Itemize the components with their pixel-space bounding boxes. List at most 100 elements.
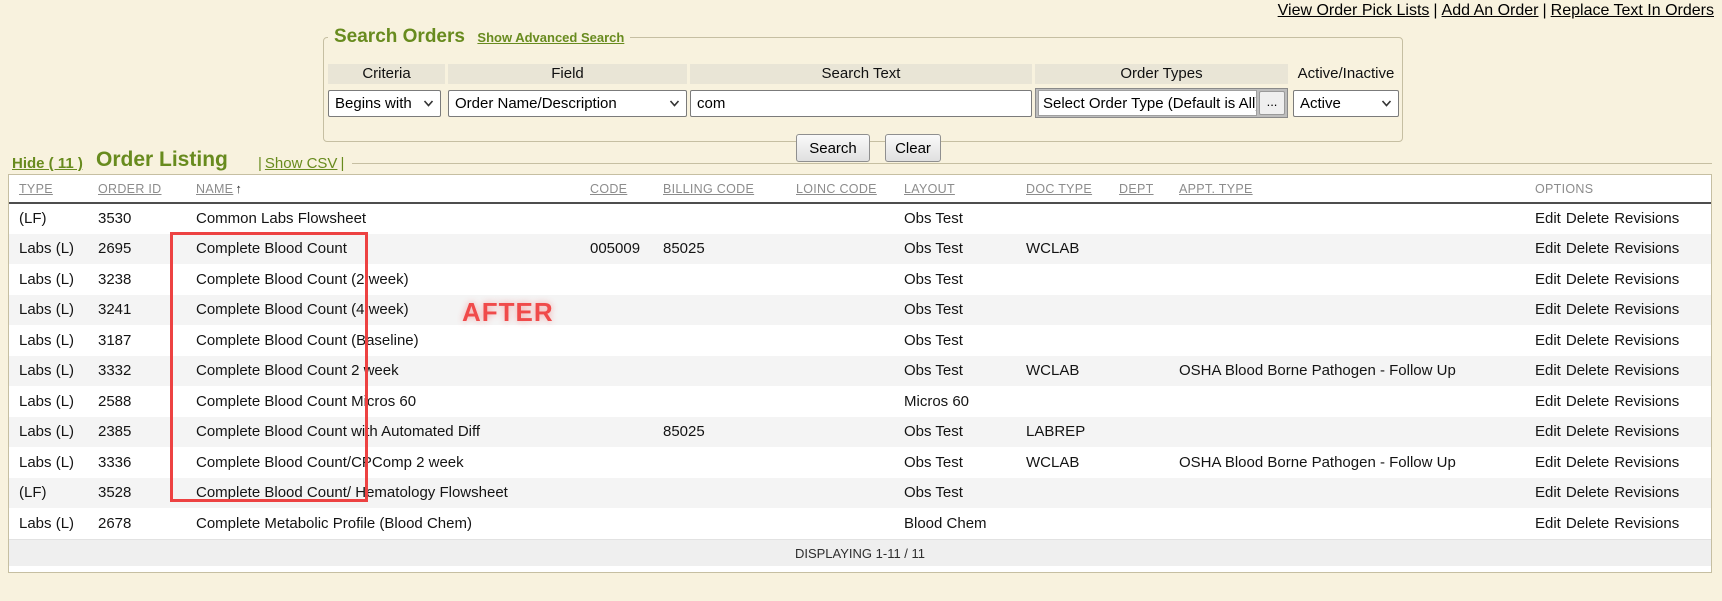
cell-name: Common Labs Flowsheet xyxy=(196,203,590,234)
edit-action[interactable]: Edit xyxy=(1535,332,1561,349)
column-header-dept[interactable]: DEPT xyxy=(1119,175,1179,203)
cell-options: Edit Delete Revisions xyxy=(1535,478,1711,509)
delete-action[interactable]: Delete xyxy=(1566,210,1609,227)
cell-appt-type xyxy=(1179,325,1535,356)
cell-order-id: 3528 xyxy=(98,478,196,509)
cell-options: Edit Delete Revisions xyxy=(1535,264,1711,295)
cell-type: Labs (L) xyxy=(9,356,98,387)
cell-order-id: 3238 xyxy=(98,264,196,295)
cell-appt-type: OSHA Blood Borne Pathogen - Follow Up xyxy=(1179,356,1535,387)
delete-action[interactable]: Delete xyxy=(1566,393,1609,410)
table-row: Labs (L)2695Complete Blood Count00500985… xyxy=(9,234,1711,265)
delete-action[interactable]: Delete xyxy=(1566,362,1609,379)
column-header-code[interactable]: CODE xyxy=(590,175,663,203)
cell-options: Edit Delete Revisions xyxy=(1535,447,1711,478)
cell-type: Labs (L) xyxy=(9,264,98,295)
delete-action[interactable]: Delete xyxy=(1566,454,1609,471)
cell-dept xyxy=(1119,295,1179,326)
cell-order-id: 3187 xyxy=(98,325,196,356)
delete-action[interactable]: Delete xyxy=(1566,484,1609,501)
delete-action[interactable]: Delete xyxy=(1566,240,1609,257)
view-order-pick-lists-link[interactable]: View Order Pick Lists xyxy=(1278,2,1430,19)
field-select[interactable]: Order Name/Description xyxy=(448,90,687,117)
cell-name: Complete Blood Count (Baseline) xyxy=(196,325,590,356)
active-inactive-select[interactable]: Active xyxy=(1293,90,1399,117)
edit-action[interactable]: Edit xyxy=(1535,210,1561,227)
table-row: (LF)3530Common Labs FlowsheetObs TestEdi… xyxy=(9,203,1711,234)
nav-separator: | xyxy=(1433,2,1437,19)
column-header-name[interactable]: NAME↑ xyxy=(196,175,590,203)
chevron-down-icon xyxy=(423,100,434,107)
hide-count-link[interactable]: Hide ( 11 ) xyxy=(12,155,83,172)
field-header: Field xyxy=(448,64,687,84)
csv-prefix: | xyxy=(258,155,262,172)
cell-doc-type: LABREP xyxy=(1026,417,1119,448)
cell-loinc-code xyxy=(796,508,904,539)
edit-action[interactable]: Edit xyxy=(1535,423,1561,440)
revisions-action[interactable]: Revisions xyxy=(1614,332,1679,349)
delete-action[interactable]: Delete xyxy=(1566,332,1609,349)
column-header-appt-type[interactable]: APPT. TYPE xyxy=(1179,175,1535,203)
column-header-loinc-code[interactable]: LOINC CODE xyxy=(796,175,904,203)
revisions-action[interactable]: Revisions xyxy=(1614,271,1679,288)
edit-action[interactable]: Edit xyxy=(1535,484,1561,501)
order-type-browse-button[interactable]: ... xyxy=(1259,91,1285,115)
criteria-header: Criteria xyxy=(328,64,445,84)
edit-action[interactable]: Edit xyxy=(1535,240,1561,257)
revisions-action[interactable]: Revisions xyxy=(1614,423,1679,440)
revisions-action[interactable]: Revisions xyxy=(1614,301,1679,318)
cell-dept xyxy=(1119,356,1179,387)
cell-type: (LF) xyxy=(9,203,98,234)
cell-type: Labs (L) xyxy=(9,417,98,448)
add-an-order-link[interactable]: Add An Order xyxy=(1442,2,1539,19)
cell-name: Complete Blood Count/CPComp 2 week xyxy=(196,447,590,478)
cell-doc-type: WCLAB xyxy=(1026,356,1119,387)
delete-action[interactable]: Delete xyxy=(1566,423,1609,440)
revisions-action[interactable]: Revisions xyxy=(1614,515,1679,532)
cell-layout: Micros 60 xyxy=(904,386,1026,417)
cell-doc-type: WCLAB xyxy=(1026,447,1119,478)
edit-action[interactable]: Edit xyxy=(1535,301,1561,318)
cell-billing-code xyxy=(663,447,796,478)
cell-options: Edit Delete Revisions xyxy=(1535,325,1711,356)
order-type-picker[interactable]: Select Order Type (Default is All) ... xyxy=(1035,88,1288,118)
show-csv-link[interactable]: Show CSV xyxy=(265,155,338,172)
column-header-billing-code[interactable]: BILLING CODE xyxy=(663,175,796,203)
cell-layout: Obs Test xyxy=(904,295,1026,326)
edit-action[interactable]: Edit xyxy=(1535,362,1561,379)
edit-action[interactable]: Edit xyxy=(1535,515,1561,532)
order-listing-table: TYPEORDER IDNAME↑CODEBILLING CODELOINC C… xyxy=(9,175,1711,539)
revisions-action[interactable]: Revisions xyxy=(1614,484,1679,501)
revisions-action[interactable]: Revisions xyxy=(1614,362,1679,379)
column-header-order-id[interactable]: ORDER ID xyxy=(98,175,196,203)
cell-code xyxy=(590,417,663,448)
column-header-doc-type[interactable]: DOC TYPE xyxy=(1026,175,1119,203)
delete-action[interactable]: Delete xyxy=(1566,515,1609,532)
revisions-action[interactable]: Revisions xyxy=(1614,454,1679,471)
revisions-action[interactable]: Revisions xyxy=(1614,240,1679,257)
cell-loinc-code xyxy=(796,264,904,295)
column-header-layout[interactable]: LAYOUT xyxy=(904,175,1026,203)
cell-dept xyxy=(1119,447,1179,478)
show-advanced-search-link[interactable]: Show Advanced Search xyxy=(477,30,624,45)
replace-text-in-orders-link[interactable]: Replace Text In Orders xyxy=(1551,2,1714,19)
column-header-type[interactable]: TYPE xyxy=(9,175,98,203)
edit-action[interactable]: Edit xyxy=(1535,271,1561,288)
delete-action[interactable]: Delete xyxy=(1566,271,1609,288)
cell-loinc-code xyxy=(796,203,904,234)
order-types-header: Order Types xyxy=(1035,64,1288,84)
cell-code xyxy=(590,478,663,509)
cell-options: Edit Delete Revisions xyxy=(1535,356,1711,387)
revisions-action[interactable]: Revisions xyxy=(1614,210,1679,227)
criteria-select[interactable]: Begins with xyxy=(328,90,441,117)
chevron-down-icon xyxy=(1381,100,1392,107)
search-text-input[interactable]: com xyxy=(690,90,1032,117)
delete-action[interactable]: Delete xyxy=(1566,301,1609,318)
csv-suffix: | xyxy=(340,155,344,172)
edit-action[interactable]: Edit xyxy=(1535,393,1561,410)
cell-appt-type xyxy=(1179,417,1535,448)
cell-order-id: 2678 xyxy=(98,508,196,539)
edit-action[interactable]: Edit xyxy=(1535,454,1561,471)
search-orders-title: Search Orders xyxy=(334,26,465,47)
revisions-action[interactable]: Revisions xyxy=(1614,393,1679,410)
